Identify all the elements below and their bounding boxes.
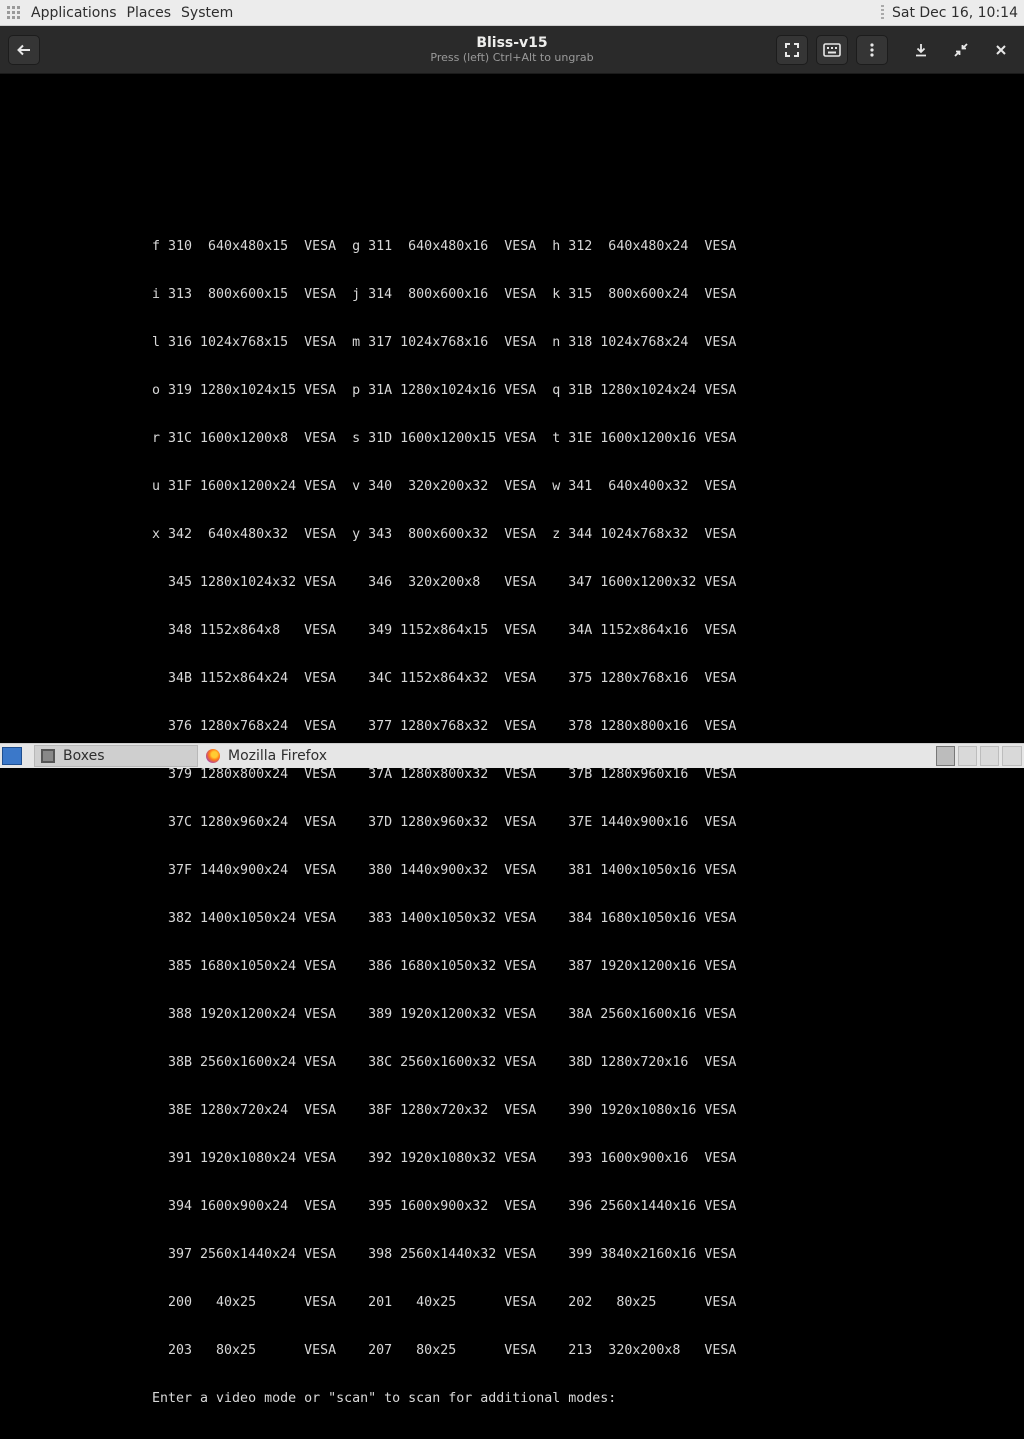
download-icon [916,44,926,57]
menu-places[interactable]: Places [127,5,172,21]
vm-display[interactable]: f 310 640x480x15 VESA g 311 640x480x16 V… [0,74,1024,1406]
console-output: f 310 640x480x15 VESA g 311 640x480x16 V… [152,207,736,1439]
task-boxes[interactable]: Boxes [34,745,198,767]
console-line: 394 1600x900x24 VESA 395 1600x900x32 VES… [152,1199,737,1214]
console-line: x 342 640x480x32 VESA y 343 800x600x32 V… [152,527,737,542]
close-icon [996,45,1006,55]
console-line: 391 1920x1080x24 VESA 392 1920x1080x32 V… [152,1151,737,1166]
show-desktop-icon[interactable] [2,747,22,765]
download-button[interactable] [905,35,937,65]
task-label: Mozilla Firefox [228,748,328,764]
console-line: u 31F 1600x1200x24 VESA v 340 320x200x32… [152,479,737,494]
console-line: r 31C 1600x1200x8 VESA s 31D 1600x1200x1… [152,431,737,446]
workspace-2[interactable] [958,746,977,766]
taskbar: Boxes Mozilla Firefox [0,743,1024,768]
console-line: 34B 1152x864x24 VESA 34C 1152x864x32 VES… [152,671,737,686]
firefox-icon [206,749,220,763]
header-bar: Bliss-v15 Press (left) Ctrl+Alt to ungra… [0,26,1024,74]
console-line: 37C 1280x960x24 VESA 37D 1280x960x32 VES… [152,815,737,830]
fullscreen-icon [785,43,799,57]
task-label: Boxes [63,748,105,764]
console-line: 382 1400x1050x24 VESA 383 1400x1050x32 V… [152,911,737,926]
keyboard-button[interactable] [816,35,848,65]
applications-grid-icon[interactable] [7,5,21,20]
boxes-icon [41,749,55,763]
console-line: 388 1920x1200x24 VESA 389 1920x1200x32 V… [152,1007,737,1022]
back-button[interactable] [8,35,40,65]
console-line: f 310 640x480x15 VESA g 311 640x480x16 V… [152,239,737,254]
console-line: 38B 2560x1600x24 VESA 38C 2560x1600x32 V… [152,1055,737,1070]
clock[interactable]: Sat Dec 16, 10:14 [892,5,1018,21]
console-line: 397 2560x1440x24 VESA 398 2560x1440x32 V… [152,1247,737,1262]
console-line: 37F 1440x900x24 VESA 380 1440x900x32 VES… [152,863,737,878]
task-firefox[interactable]: Mozilla Firefox [200,745,400,767]
console-line: 348 1152x864x8 VESA 349 1152x864x15 VESA… [152,623,737,638]
console-line: 385 1680x1050x24 VESA 386 1680x1050x32 V… [152,959,737,974]
menu-system[interactable]: System [181,5,233,21]
more-vertical-icon [870,43,874,57]
keyboard-icon [823,43,841,57]
console-line: 376 1280x768x24 VESA 377 1280x768x32 VES… [152,719,737,734]
fullscreen-button[interactable] [776,35,808,65]
window-subtitle: Press (left) Ctrl+Alt to ungrab [430,51,594,64]
console-line: o 319 1280x1024x15 VESA p 31A 1280x1024x… [152,383,737,398]
console-line: 345 1280x1024x32 VESA 346 320x200x8 VESA… [152,575,737,590]
back-arrow-icon [17,44,30,56]
window-title-block: Bliss-v15 Press (left) Ctrl+Alt to ungra… [312,35,712,65]
workspace-3[interactable] [980,746,999,766]
workspace-1[interactable] [936,746,955,766]
console-line: 38E 1280x720x24 VESA 38F 1280x720x32 VES… [152,1103,737,1118]
console-line: 379 1280x800x24 VESA 37A 1280x800x32 VES… [152,767,737,782]
window-title: Bliss-v15 [476,35,548,51]
top-panel: Applications Places System Sat Dec 16, 1… [0,0,1024,26]
restore-button[interactable] [945,35,977,65]
workspace-4[interactable] [1002,746,1022,766]
console-prompt: Enter a video mode or "scan" to scan for… [152,1391,617,1406]
close-button[interactable] [985,35,1017,65]
restore-icon [954,43,968,57]
console-line: 200 40x25 VESA 201 40x25 VESA 202 80x25 … [152,1295,737,1310]
menu-button[interactable] [856,35,888,65]
console-line: i 313 800x600x15 VESA j 314 800x600x16 V… [152,287,737,302]
console-line: 203 80x25 VESA 207 80x25 VESA 213 320x20… [152,1343,737,1358]
panel-drag-handle-icon[interactable] [880,4,884,21]
menu-applications[interactable]: Applications [31,5,117,21]
console-line: l 316 1024x768x15 VESA m 317 1024x768x16… [152,335,737,350]
